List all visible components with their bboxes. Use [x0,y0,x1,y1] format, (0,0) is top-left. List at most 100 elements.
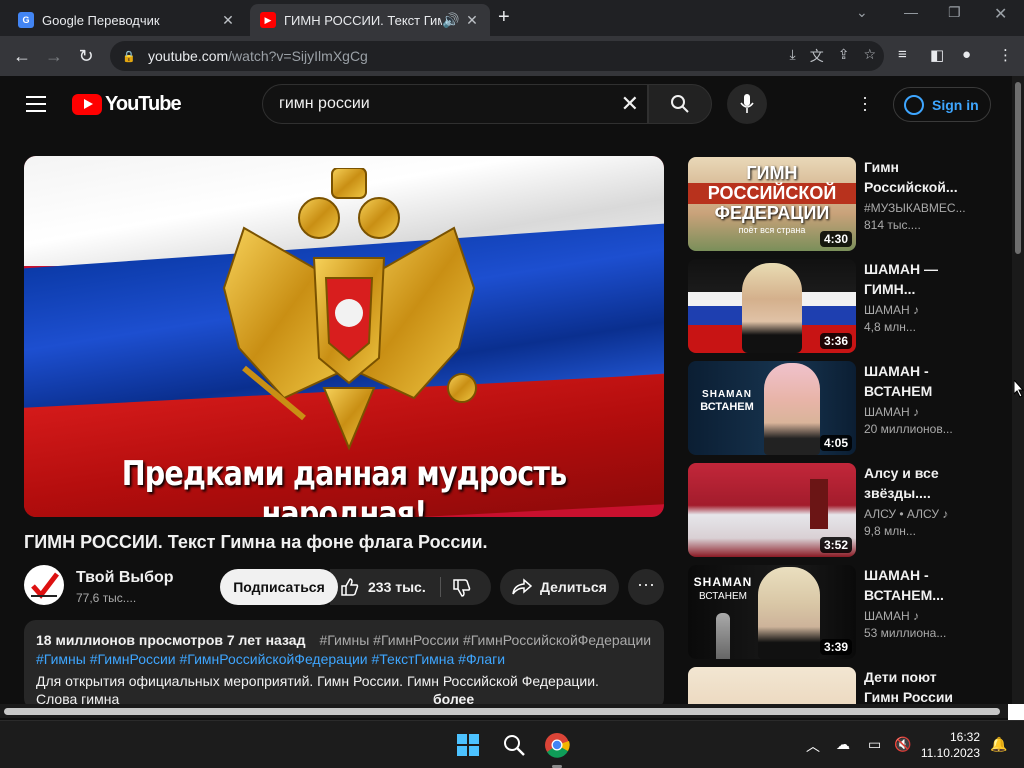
scrollbar-thumb[interactable] [1015,82,1021,254]
audio-playing-icon[interactable]: 🔊 [442,12,459,29]
install-app-icon[interactable]: ⤓ [790,46,796,66]
show-hidden-icons-chevron[interactable]: ︿ [806,736,820,756]
clear-search-icon[interactable]: ✕ [621,91,639,117]
minimize-button[interactable]: — [904,4,918,20]
recommendation-title[interactable]: ШАМАН - ВСТАНЕМ... [864,565,974,605]
recommendation-thumbnail[interactable] [688,667,856,704]
performer-portrait [758,567,820,659]
thumbnail-text: SHAMAN [702,389,752,400]
recommendation-item[interactable]: Дети поют Гимн России [688,667,1008,704]
youtube-logo[interactable]: YouTube [72,93,182,116]
thumbs-up-icon[interactable] [340,577,360,597]
sign-in-button[interactable]: Sign in [893,87,991,122]
thumbnail-text: SHAMAN [693,575,753,589]
search-icon [671,95,689,113]
recommendation-title[interactable]: Дети поют Гимн России [864,667,974,704]
clock-date: 11.10.2023 [920,746,980,760]
recommendation-thumbnail[interactable]: SHAMAN ВСТАНЕМ 3:39 [688,565,856,659]
recommendation-channel[interactable]: АЛСУ • АЛСУ ♪ [864,507,974,521]
scrollbar-corner [1008,704,1024,720]
share-icon[interactable]: ⇪ [838,46,850,66]
thumbs-down-icon[interactable] [452,578,472,598]
chrome-taskbar-icon[interactable] [544,732,570,758]
checkmark-logo-icon [31,572,59,599]
recommendation-thumbnail[interactable]: SHAMAN ВСТАНЕМ 4:05 [688,361,856,455]
description-text: Для открытия официальных мероприятий. Ги… [36,673,599,689]
recommendation-thumbnail[interactable]: ГИМН РОССИЙСКОЙ ФЕДЕРАЦИИ поёт вся стран… [688,157,856,251]
volume-muted-icon[interactable]: 🔇 [894,736,911,753]
restore-button[interactable]: ❐ [948,4,961,21]
recommendation-item[interactable]: SHAMAN ВСТАНЕМ 4:05 ШАМАН - ВСТАНЕМ ШАМА… [688,361,1008,455]
youtube-wordmark: YouTube [105,93,182,115]
back-button[interactable]: ← [10,44,34,68]
video-duration: 3:39 [819,639,852,655]
close-tab-icon[interactable]: ✕ [220,12,236,29]
recommendation-item[interactable]: SHAMAN ВСТАНЕМ 3:39 ШАМАН - ВСТАНЕМ... Ш… [688,565,1008,659]
tab-title: Google Переводчик [42,12,160,28]
onedrive-icon[interactable]: ☁ [836,736,850,753]
notifications-bell-icon[interactable]: 🔔 [990,736,1007,753]
network-icon[interactable]: ▭ [868,736,881,753]
thumbnail-text: ВСТАНЕМ [700,401,754,413]
like-count[interactable]: 233 тыс. [368,579,426,595]
description-tags[interactable]: #Гимны #ГимнРоссии #ГимнРоссийскойФедера… [319,632,651,648]
search-button[interactable] [648,84,712,124]
browser-tab-bar: G Google Переводчик ✕ ▶ ГИМН РОССИИ. Тек… [0,0,1024,36]
scrollbar-thumb[interactable] [4,708,1000,715]
taskbar-search-icon[interactable] [502,733,526,757]
address-bar[interactable]: 🔒 youtube.com/watch?v=SijyIlmXgCg ⤓ 文 ⇪ … [110,41,884,71]
recommendation-channel[interactable]: #МУЗЫКАВМЕС... [864,201,974,215]
tab-search-icon[interactable]: ⌄ [856,4,868,21]
recommendation-channel[interactable]: ШАМАН ♪ [864,405,974,419]
recommendation-thumbnail[interactable]: 3:36 [688,259,856,353]
performer-portrait [764,363,820,455]
recommendation-item[interactable]: 3:36 ШАМАН — ГИМН... ШАМАН ♪ 4,8 млн... [688,259,1008,353]
mouse-cursor-icon [1014,380,1024,398]
settings-menu-icon[interactable]: · · · [858,88,872,118]
windows-start-icon[interactable] [456,733,480,757]
youtube-play-icon [72,94,102,115]
recommendation-thumbnail[interactable]: 3:52 [688,463,856,557]
close-tab-icon[interactable]: ✕ [464,12,480,29]
taskbar-clock[interactable]: 16:32 11.10.2023 [920,729,980,761]
recommendation-title[interactable]: Гимн Российской... [864,157,974,197]
views-and-date: 18 миллионов просмотров 7 лет назад [36,632,306,648]
voice-search-button[interactable] [727,84,767,124]
recommendation-channel[interactable]: ШАМАН ♪ [864,303,974,317]
description-hashtags[interactable]: #Гимны #ГимнРоссии #ГимнРоссийскойФедера… [36,651,652,667]
clock-time: 16:32 [949,730,980,744]
recommendation-channel[interactable]: ШАМАН ♪ [864,609,974,623]
recommendation-item[interactable]: ГИМН РОССИЙСКОЙ ФЕДЕРАЦИИ поёт вся стран… [688,157,1008,251]
bookmark-star-icon[interactable]: ☆ [863,46,876,66]
profile-icon[interactable]: ● [962,46,971,63]
channel-avatar[interactable] [24,565,64,605]
video-player[interactable]: Предками данная мудрость народная! [24,156,664,517]
recommendation-views: 53 миллиона... [864,626,947,640]
media-control-icon[interactable]: ≡ [898,46,907,63]
horizontal-scrollbar[interactable] [0,704,1012,718]
recommendation-title[interactable]: ШАМАН - ВСТАНЕМ [864,361,974,401]
recommendation-item[interactable]: 3:52 Алсу и все звёзды.... АЛСУ • АЛСУ ♪… [688,463,1008,557]
new-tab-button[interactable]: + [498,6,510,29]
channel-name[interactable]: Твой Выбор [76,569,174,587]
tab-google-translate[interactable]: G Google Переводчик ✕ [8,4,246,36]
chrome-menu-icon[interactable]: ⋮ [998,46,1013,64]
lock-icon[interactable]: 🔒 [122,50,138,63]
menu-icon[interactable] [26,96,46,112]
tab-youtube-anthem[interactable]: ▶ ГИМН РОССИИ. Текст Гимн 🔊 ✕ [250,4,490,36]
more-actions-button[interactable]: ··· [628,569,664,605]
recommendation-title[interactable]: ШАМАН — ГИМН... [864,259,974,299]
reload-button[interactable]: ↻ [74,44,98,68]
thumbnail-text: РОССИЙСКОЙ [688,183,856,204]
subscribe-button[interactable]: Подписаться [220,569,338,605]
video-duration: 4:30 [819,231,852,247]
translate-icon[interactable]: 文 [810,46,824,66]
forward-button[interactable]: → [42,44,66,68]
recommendation-title[interactable]: Алсу и все звёзды.... [864,463,974,503]
side-panel-icon[interactable]: ◧ [930,46,944,64]
close-window-button[interactable]: ✕ [994,4,1007,24]
share-button[interactable]: Делиться [500,569,619,605]
tab-title: ГИМН РОССИИ. Текст Гимн [284,12,442,28]
description-box[interactable]: 18 миллионов просмотров 7 лет назад #Гим… [24,620,664,710]
search-input[interactable]: гимн россии ✕ [262,84,648,124]
